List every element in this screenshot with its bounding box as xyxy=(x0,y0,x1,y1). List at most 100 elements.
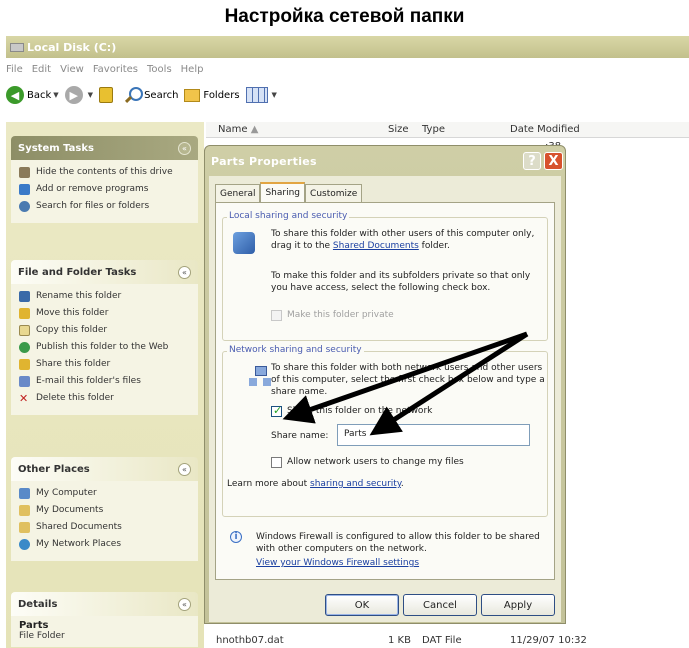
email-icon xyxy=(19,376,30,387)
share-name-label: Share name: xyxy=(271,431,329,441)
task-email-files[interactable]: E-mail this folder's files xyxy=(19,375,192,387)
file-folder-tasks-section: File and Folder Tasks « Rename this fold… xyxy=(11,260,198,415)
collapse-chevron-icon[interactable]: « xyxy=(178,597,191,611)
share-name-input[interactable]: Parts xyxy=(337,424,530,446)
firewall-settings-link[interactable]: View your Windows Firewall settings xyxy=(256,557,419,569)
task-move-folder[interactable]: Move this folder xyxy=(19,307,192,319)
place-my-network-places[interactable]: My Network Places xyxy=(19,538,192,550)
apply-button[interactable]: Apply xyxy=(481,594,555,616)
file-folder-tasks-header[interactable]: File and Folder Tasks « xyxy=(11,260,198,284)
network-share-icon xyxy=(249,366,271,388)
place-shared-documents[interactable]: Shared Documents xyxy=(19,521,192,533)
file-name: hnothb07.dat xyxy=(216,635,284,646)
allow-change-checkbox[interactable] xyxy=(271,457,282,468)
views-button[interactable]: ▼ xyxy=(245,87,277,103)
ok-button[interactable]: OK xyxy=(325,594,399,616)
menu-favorites[interactable]: Favorites xyxy=(93,64,138,75)
menu-view[interactable]: View xyxy=(60,64,84,75)
column-name[interactable]: Name ▲ xyxy=(218,124,258,135)
dialog-titlebar[interactable]: Parts Properties xyxy=(205,146,565,176)
place-label: My Network Places xyxy=(36,539,122,549)
tab-general[interactable]: General xyxy=(215,184,261,202)
up-folder-icon xyxy=(99,87,114,103)
place-my-documents[interactable]: My Documents xyxy=(19,504,192,516)
close-button[interactable]: X xyxy=(544,152,563,170)
task-label: Search for files or folders xyxy=(36,201,150,211)
task-hide-contents[interactable]: Hide the contents of this drive xyxy=(19,166,192,178)
share-hand-icon xyxy=(233,232,255,254)
task-label: Rename this folder xyxy=(36,291,122,301)
folders-button[interactable]: Folders xyxy=(184,88,240,102)
network-sharing-legend: Network sharing and security xyxy=(227,345,364,355)
task-label: E-mail this folder's files xyxy=(36,376,141,386)
explorer-titlebar[interactable]: Local Disk (C:) xyxy=(6,36,689,58)
dropdown-arrow-icon: ▼ xyxy=(87,91,94,99)
collapse-chevron-icon[interactable]: « xyxy=(178,265,191,279)
menu-edit[interactable]: Edit xyxy=(32,64,51,75)
private-checkbox[interactable] xyxy=(271,310,282,321)
menu-tools[interactable]: Tools xyxy=(147,64,172,75)
learn-more-pre: Learn more about xyxy=(227,479,311,489)
sharing-panel: Local sharing and security To share this… xyxy=(215,202,555,580)
details-header[interactable]: Details « xyxy=(11,592,198,616)
other-places-header[interactable]: Other Places « xyxy=(11,457,198,481)
task-share-folder[interactable]: Share this folder xyxy=(19,358,192,370)
place-my-computer[interactable]: My Computer xyxy=(19,487,192,499)
place-label: Shared Documents xyxy=(36,522,122,532)
search-icon xyxy=(19,201,30,212)
search-button[interactable]: Search xyxy=(125,87,178,103)
other-places-section: Other Places « My Computer My Documents … xyxy=(11,457,198,561)
file-modified: 11/29/07 10:32 xyxy=(510,635,587,646)
task-label: Add or remove programs xyxy=(36,184,149,194)
collapse-chevron-icon[interactable]: « xyxy=(178,462,191,476)
place-label: My Computer xyxy=(36,488,97,498)
share-network-checkbox[interactable] xyxy=(271,404,282,417)
tab-strip: General Sharing Customize xyxy=(215,182,363,202)
up-folder-button[interactable] xyxy=(99,87,119,103)
task-label: Copy this folder xyxy=(36,325,108,335)
details-title: Details xyxy=(18,598,58,610)
folders-icon xyxy=(184,88,201,102)
dialog-client: General Sharing Customize Local sharing … xyxy=(209,176,561,622)
sharing-security-link[interactable]: sharing and security xyxy=(310,479,401,489)
move-icon xyxy=(19,308,30,319)
task-delete-folder[interactable]: ✕ Delete this folder xyxy=(19,392,192,404)
back-label: Back xyxy=(27,89,52,101)
task-add-remove-programs[interactable]: Add or remove programs xyxy=(19,183,192,195)
task-copy-folder[interactable]: Copy this folder xyxy=(19,324,192,336)
tab-customize[interactable]: Customize xyxy=(305,184,363,202)
firewall-text: Windows Firewall is configured to allow … xyxy=(256,532,540,554)
folders-label: Folders xyxy=(203,89,240,101)
system-tasks-title: System Tasks xyxy=(18,142,94,154)
column-name-label: Name xyxy=(218,124,248,135)
task-search-files[interactable]: Search for files or folders xyxy=(19,200,192,212)
local-text-post: folder. xyxy=(418,241,450,251)
tab-sharing[interactable]: Sharing xyxy=(260,182,306,202)
properties-dialog: Parts Properties ? X General Sharing Cus… xyxy=(204,145,566,624)
forward-button[interactable]: ▶ ▼ xyxy=(64,86,94,104)
collapse-chevron-icon[interactable]: « xyxy=(178,141,191,155)
task-publish-folder[interactable]: Publish this folder to the Web xyxy=(19,341,192,353)
window-title: Local Disk (C:) xyxy=(27,40,117,54)
file-row[interactable]: hnothb07.dat 1 KB DAT File 11/29/07 10:3… xyxy=(206,635,689,648)
column-type[interactable]: Type xyxy=(422,124,445,135)
cancel-button[interactable]: Cancel xyxy=(403,594,477,616)
system-tasks-header[interactable]: System Tasks « xyxy=(11,136,198,160)
menu-help[interactable]: Help xyxy=(181,64,204,75)
file-folder-tasks-title: File and Folder Tasks xyxy=(18,266,137,278)
drive-icon xyxy=(10,42,24,52)
shared-documents-link[interactable]: Shared Documents xyxy=(333,241,419,251)
column-date-modified[interactable]: Date Modified xyxy=(510,124,580,135)
learn-more-post: . xyxy=(400,479,404,489)
back-button[interactable]: ◀ Back ▼ xyxy=(6,86,59,104)
column-size[interactable]: Size xyxy=(388,124,409,135)
menu-file[interactable]: File xyxy=(6,64,23,75)
help-button[interactable]: ? xyxy=(523,152,541,170)
sort-up-icon: ▲ xyxy=(250,124,259,135)
task-rename-folder[interactable]: Rename this folder xyxy=(19,290,192,302)
private-text: To make this folder and its subfolders p… xyxy=(271,271,531,293)
network-sharing-group: Network sharing and security To share th… xyxy=(222,345,548,517)
menu-bar: File Edit View Favorites Tools Help xyxy=(6,60,689,78)
local-sharing-legend: Local sharing and security xyxy=(227,211,350,221)
views-icon xyxy=(245,87,268,103)
